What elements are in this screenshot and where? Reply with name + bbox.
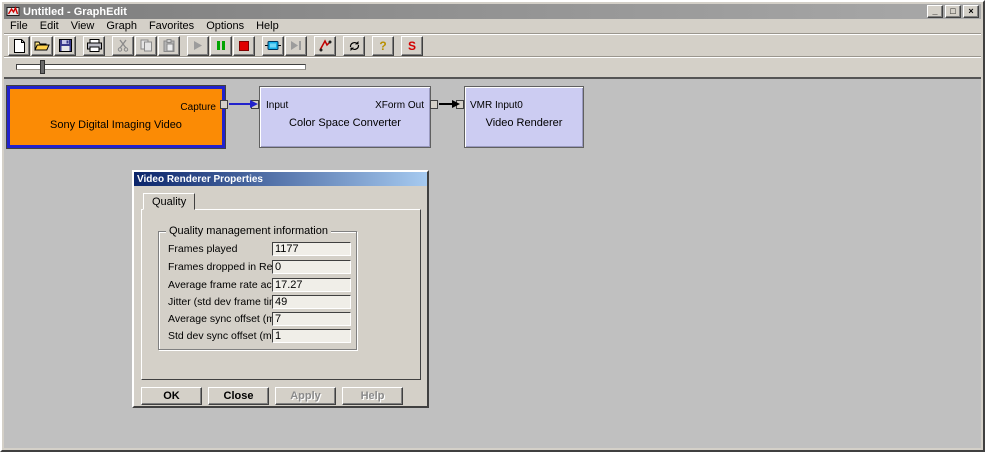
- save-floppy-icon: [59, 39, 72, 52]
- help-question-icon: ?: [379, 40, 386, 52]
- new-document-icon: [13, 39, 26, 53]
- filter-name: Color Space Converter: [260, 117, 430, 129]
- save-button[interactable]: [54, 36, 76, 56]
- graphedit-app-icon: [6, 5, 20, 18]
- stat-value-field[interactable]: 49: [272, 295, 351, 309]
- minimize-button[interactable]: _: [927, 5, 943, 18]
- step-button: [285, 36, 307, 56]
- seek-trackbar[interactable]: [16, 64, 306, 70]
- stat-row-stddev-sync-offset: Std dev sync offset (mSec) 1: [168, 329, 348, 343]
- stat-row-jitter: Jitter (std dev frame time) (mSec) 49: [168, 295, 348, 309]
- tab-page-quality: Quality management information Frames pl…: [141, 209, 421, 380]
- filter-node-video-renderer[interactable]: VMR Input0 Video Renderer: [464, 86, 584, 148]
- stat-row-frames-played: Frames played 1177: [168, 242, 348, 256]
- stats-s-icon: S: [408, 40, 416, 52]
- new-button[interactable]: [8, 36, 30, 56]
- play-icon: [193, 40, 203, 51]
- insert-filter-icon: [265, 40, 281, 51]
- stat-row-frames-dropped: Frames dropped in Renderer 0: [168, 260, 348, 274]
- connection-arrowhead-blue: [250, 100, 258, 108]
- paste-button: [158, 36, 180, 56]
- close-button-dialog[interactable]: Close: [208, 387, 269, 405]
- pause-icon: [216, 40, 226, 51]
- menu-graph[interactable]: Graph: [100, 20, 143, 32]
- menu-bar: File Edit View Graph Favorites Options H…: [4, 19, 981, 33]
- menu-edit[interactable]: Edit: [34, 20, 65, 32]
- step-icon: [290, 40, 302, 51]
- stats-button[interactable]: S: [401, 36, 423, 56]
- pin-tab-capture-out[interactable]: [220, 100, 228, 109]
- menu-favorites[interactable]: Favorites: [143, 20, 200, 32]
- filter-name: Video Renderer: [465, 117, 583, 129]
- pin-label-capture: Capture: [180, 102, 216, 113]
- seek-thumb[interactable]: [40, 60, 45, 74]
- stop-button[interactable]: [233, 36, 255, 56]
- help-button[interactable]: ?: [372, 36, 394, 56]
- maximize-button[interactable]: □: [945, 5, 961, 18]
- pause-button[interactable]: [210, 36, 232, 56]
- stat-value-field[interactable]: 1177: [272, 242, 351, 256]
- close-button[interactable]: ×: [963, 5, 979, 18]
- play-button: [187, 36, 209, 56]
- dialog-title: Video Renderer Properties: [137, 174, 263, 185]
- seek-bar-row: [4, 59, 981, 76]
- stop-icon: [239, 41, 249, 51]
- print-button[interactable]: [83, 36, 105, 56]
- insert-filter-button[interactable]: [262, 36, 284, 56]
- video-renderer-properties-dialog: Video Renderer Properties Quality Qualit…: [132, 170, 429, 408]
- copy-button: [135, 36, 157, 56]
- menu-file[interactable]: File: [4, 20, 34, 32]
- help-button-dialog: Help: [342, 387, 403, 405]
- tab-quality[interactable]: Quality: [143, 193, 195, 210]
- filter-node-color-space-converter[interactable]: Input XForm Out Color Space Converter: [259, 86, 431, 148]
- connection-xformout-to-vmrinput[interactable]: [439, 103, 453, 105]
- pin-label-input: Input: [266, 100, 288, 111]
- menu-help[interactable]: Help: [250, 20, 285, 32]
- toolbar: ? S: [4, 35, 981, 56]
- toolbar-seek-divider: [4, 56, 981, 58]
- pin-tab-xform-out[interactable]: [430, 100, 438, 109]
- groupbox-title: Quality management information: [166, 225, 331, 237]
- stat-value-field[interactable]: 1: [272, 329, 351, 343]
- title-bar[interactable]: Untitled - GraphEdit _ □ ×: [4, 4, 981, 19]
- stat-label: Frames played: [168, 243, 237, 255]
- filter-name: Sony Digital Imaging Video: [10, 119, 222, 131]
- open-folder-icon: [34, 39, 50, 52]
- stat-value-field[interactable]: 0: [272, 260, 351, 274]
- scissors-icon: [117, 39, 129, 52]
- window-title: Untitled - GraphEdit: [23, 6, 927, 18]
- paste-clipboard-icon: [163, 39, 175, 52]
- graphedit-window: Untitled - GraphEdit _ □ × File Edit Vie…: [0, 0, 985, 452]
- ok-button[interactable]: OK: [141, 387, 202, 405]
- connection-arrowhead-black: [452, 100, 460, 108]
- menu-options[interactable]: Options: [200, 20, 250, 32]
- refresh-icon: [348, 40, 361, 52]
- pin-label-vmr-input0: VMR Input0: [470, 100, 523, 111]
- copy-icon: [140, 39, 153, 52]
- apply-button: Apply: [275, 387, 336, 405]
- cut-button: [112, 36, 134, 56]
- dialog-title-bar[interactable]: Video Renderer Properties: [134, 172, 427, 186]
- filter-node-sony-digital-imaging-video[interactable]: Capture Sony Digital Imaging Video: [7, 86, 225, 148]
- printer-icon: [87, 39, 102, 52]
- stat-value-field[interactable]: 7: [272, 312, 351, 326]
- connection-capture-to-input[interactable]: [229, 103, 251, 105]
- pin-label-xform-out: XForm Out: [375, 100, 424, 111]
- graph-spy-icon: [318, 39, 332, 52]
- quality-management-groupbox: Quality management information Frames pl…: [158, 231, 357, 350]
- stat-row-avg-sync-offset: Average sync offset (mSec) 7: [168, 312, 348, 326]
- graph-spy-button[interactable]: [314, 36, 336, 56]
- stat-row-avg-frame-rate: Average frame rate achieved 17.27: [168, 278, 348, 292]
- stat-value-field[interactable]: 17.27: [272, 278, 351, 292]
- menu-view[interactable]: View: [65, 20, 101, 32]
- refresh-button[interactable]: [343, 36, 365, 56]
- open-button[interactable]: [31, 36, 53, 56]
